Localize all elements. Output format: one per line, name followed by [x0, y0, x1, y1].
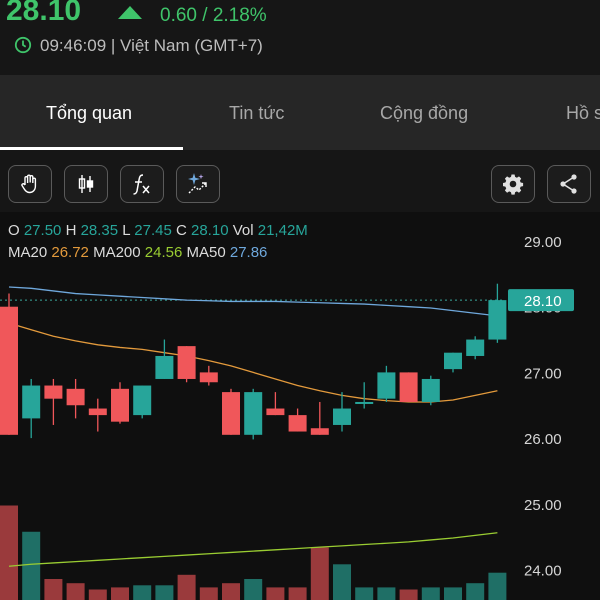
high-value: 28.35 [80, 222, 119, 239]
volume-bar [155, 585, 174, 600]
candle-body [288, 415, 307, 432]
tab-news[interactable]: Tin tức [229, 103, 284, 124]
candle-body [399, 372, 418, 402]
volume-bar [421, 587, 440, 600]
quote-header: 28.10 0.60 / 2.18% 09:46:09 | Việt Nam (… [0, 0, 600, 75]
tab-community[interactable]: Cộng đồng [380, 103, 468, 124]
candle-body [244, 392, 263, 435]
candle-body [155, 355, 174, 379]
open-label: O [8, 222, 20, 239]
fx-icon [133, 174, 150, 195]
current-price-label: 28.10 [524, 293, 562, 310]
volume-bar [444, 587, 462, 600]
chart-type-button[interactable] [64, 165, 108, 203]
ma50-label: MA50 [186, 244, 226, 261]
clock-icon [14, 36, 32, 54]
share-icon [560, 174, 577, 194]
volume-bar [377, 587, 396, 600]
indicators-button[interactable] [120, 165, 164, 203]
candle-body [22, 385, 41, 419]
volume-bar [177, 574, 196, 600]
volume-bar [355, 587, 374, 600]
volume-bar [66, 583, 85, 600]
hand-icon [21, 174, 37, 194]
volume-bar [244, 579, 263, 600]
candlestick-icon [78, 175, 94, 193]
market-time: 09:46:09 | Việt Nam (GMT+7) [40, 36, 263, 55]
y-tick-label: 26.00 [524, 431, 562, 448]
share-button[interactable] [547, 165, 591, 203]
candle-body [488, 300, 507, 340]
high-label: H [65, 222, 77, 239]
low-value: 27.45 [134, 222, 172, 239]
candle-body [66, 388, 85, 406]
tab-overview[interactable]: Tổng quan [46, 103, 132, 124]
volume-bar [111, 587, 129, 600]
candle-body [355, 401, 374, 404]
price-change: 0.60 / 2.18% [160, 5, 267, 26]
ma200-value: 24.56 [144, 244, 183, 261]
candle-body [199, 372, 218, 383]
candle-body [266, 408, 285, 416]
ma200-line [8, 532, 498, 567]
candle-body [111, 388, 129, 422]
ma50-value: 27.86 [229, 244, 268, 261]
settings-button[interactable] [491, 165, 535, 203]
candlestick-chart[interactable]: 29.0028.0027.0026.0025.0024.0028.10 [0, 212, 600, 600]
volume-bar [22, 531, 41, 600]
volume-value: 21,42M [257, 222, 308, 239]
candle-body [0, 306, 18, 435]
volume-bar [222, 583, 240, 600]
last-price: 28.10 [6, 0, 82, 27]
candle-body [333, 408, 351, 425]
ai-analysis-button[interactable] [176, 165, 220, 203]
y-tick-label: 27.00 [524, 365, 562, 382]
candle-body [177, 346, 196, 379]
gear-icon [503, 174, 524, 195]
y-tick-label: 25.00 [524, 497, 562, 514]
hand-tool-button[interactable] [8, 165, 52, 203]
volume-bar [288, 587, 307, 600]
volume-bar [310, 547, 329, 600]
candle-body [44, 385, 63, 399]
candle-body [88, 408, 107, 416]
close-value: 28.10 [191, 222, 229, 239]
candle-body [133, 385, 152, 416]
volume-bar [199, 587, 218, 600]
volume-bar [0, 505, 18, 600]
volume-bar [466, 583, 485, 600]
sparkle-chart-icon [188, 173, 207, 194]
candle-body [466, 339, 485, 356]
tab-profile[interactable]: Hồ s [566, 103, 600, 124]
volume-bar [333, 564, 351, 600]
candle-body [421, 378, 440, 402]
volume-bar [399, 589, 418, 600]
candle-body [310, 428, 329, 435]
ma-legend: MA20 26.72 MA200 24.56 MA50 27.86 [8, 244, 267, 261]
volume-bar [44, 579, 63, 600]
volume-bar [88, 589, 107, 600]
ma50-line [8, 286, 498, 317]
candle-body [444, 352, 462, 370]
price-chart[interactable]: 29.0028.0027.0026.0025.0024.0028.10 O 27… [0, 212, 600, 600]
active-tab-indicator [0, 147, 183, 150]
ohlc-legend: O 27.50 H 28.35 L 27.45 C 28.10 Vol 21,4… [8, 222, 308, 239]
volume-label: Vol [232, 222, 254, 239]
y-tick-label: 24.00 [524, 563, 562, 580]
y-tick-label: 29.00 [524, 234, 562, 251]
candle-body [222, 392, 240, 435]
up-arrow-icon [118, 6, 142, 19]
low-label: L [122, 222, 131, 239]
volume-bar [488, 572, 507, 600]
tab-bar: Tổng quan Tin tức Cộng đồng Hồ s [0, 75, 600, 150]
volume-bar [266, 587, 285, 600]
close-label: C [175, 222, 187, 239]
open-value: 27.50 [23, 222, 62, 239]
candle-body [377, 372, 396, 399]
ma20-value: 26.72 [51, 244, 89, 261]
volume-bar [133, 585, 152, 600]
ma200-label: MA200 [93, 244, 141, 261]
ma20-label: MA20 [8, 244, 48, 261]
